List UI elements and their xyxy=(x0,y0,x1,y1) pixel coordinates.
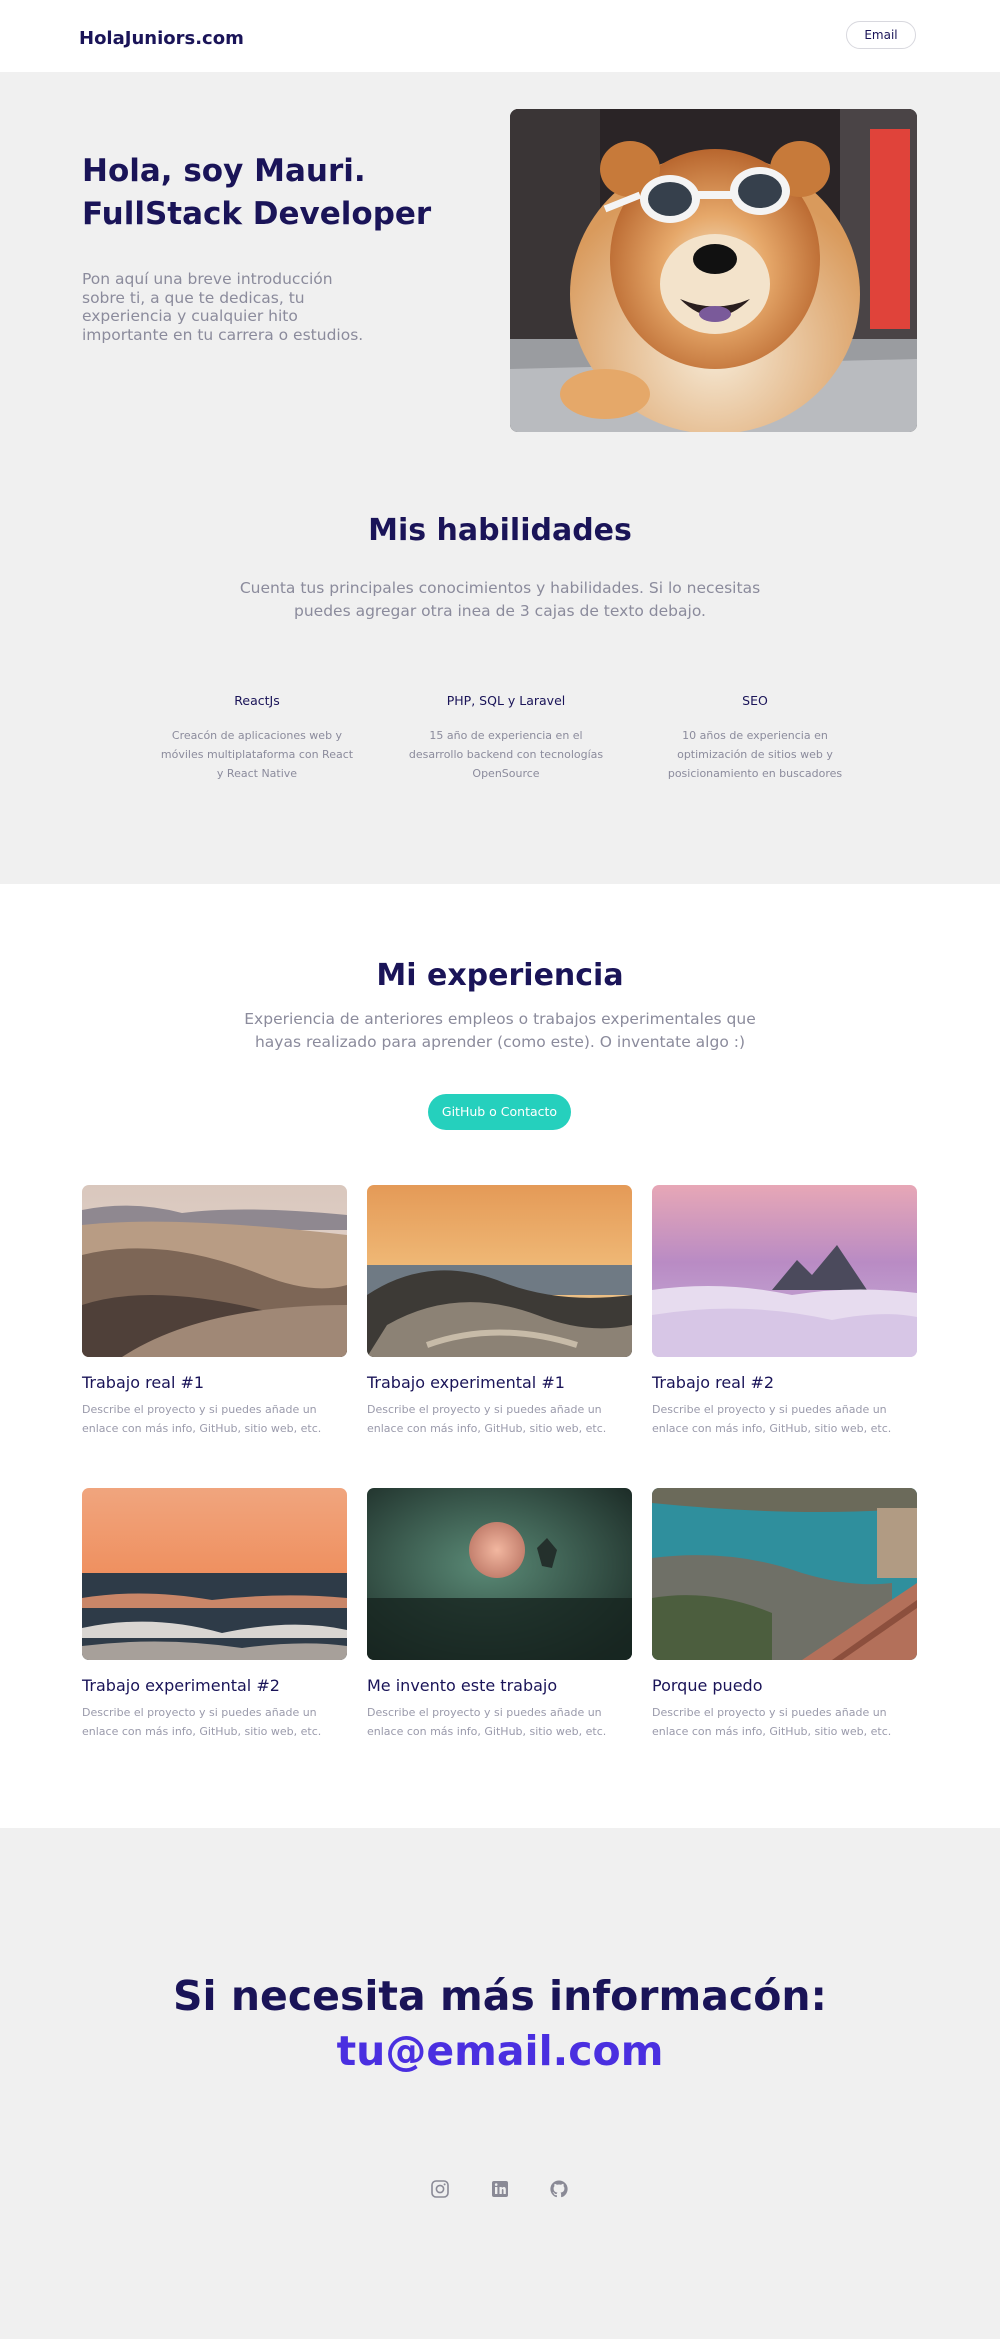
github-icon[interactable] xyxy=(549,2179,569,2199)
experience-section: Mi experiencia Experiencia de anteriores… xyxy=(0,884,1000,1828)
project-title: Trabajo real #1 xyxy=(82,1373,205,1392)
project-image-misty-moon[interactable] xyxy=(367,1488,632,1660)
project-description: Describe el proyecto y si puedes añade u… xyxy=(82,1403,322,1435)
project-description: Describe el proyecto y si puedes añade u… xyxy=(652,1706,892,1738)
instagram-icon[interactable] xyxy=(430,2179,450,2199)
skill-title: SEO xyxy=(742,693,768,708)
hero-title-line2: FullStack Developer xyxy=(82,196,432,232)
project-description: Describe el proyecto y si puedes añade u… xyxy=(82,1706,322,1738)
github-contact-button[interactable]: GitHub o Contacto xyxy=(428,1094,571,1130)
project-title: Trabajo experimental #2 xyxy=(82,1676,280,1695)
skill-seo: SEO 10 años de experiencia en optimizaci… xyxy=(655,692,855,783)
skill-title: PHP, SQL y Laravel xyxy=(446,693,566,708)
email-button[interactable]: Email xyxy=(846,21,916,49)
project-card[interactable]: Trabajo experimental #1 Describe el proy… xyxy=(367,1185,632,1438)
project-image-coast[interactable] xyxy=(367,1185,632,1357)
project-title: Me invento este trabajo xyxy=(367,1676,558,1695)
project-description: Describe el proyecto y si puedes añade u… xyxy=(367,1706,607,1738)
hero-intro: Pon aquí una breve introducción sobre ti… xyxy=(82,270,364,344)
project-title: Trabajo experimental #1 xyxy=(367,1373,565,1392)
project-title: Porque puedo xyxy=(652,1676,763,1695)
project-card[interactable]: Trabajo real #2 Describe el proyecto y s… xyxy=(652,1185,917,1438)
project-card[interactable]: Trabajo experimental #2 Describe el proy… xyxy=(82,1488,347,1741)
project-image-desert[interactable] xyxy=(82,1185,347,1357)
skills-title: Mis habilidades xyxy=(368,513,632,548)
project-card[interactable]: Porque puedo Describe el proyecto y si p… xyxy=(652,1488,917,1741)
project-card[interactable]: Trabajo real #1 Describe el proyecto y s… xyxy=(82,1185,347,1438)
skill-title: ReactJs xyxy=(234,693,280,708)
project-description: Describe el proyecto y si puedes añade u… xyxy=(652,1403,892,1435)
contact-title: Si necesita más informacón: xyxy=(173,1972,827,2020)
skill-description: Creacón de aplicaciones web y móviles mu… xyxy=(160,729,354,780)
skill-reactjs: ReactJs Creacón de aplicaciones web y mó… xyxy=(157,692,357,783)
experience-subtitle: Experiencia de anteriores empleos o trab… xyxy=(244,1010,756,1051)
hero-dog-image xyxy=(510,109,917,432)
skill-description: 10 años de experiencia en optimización d… xyxy=(667,729,843,780)
skills-subtitle: Cuenta tus principales conocimientos y h… xyxy=(239,579,761,620)
experience-title: Mi experiencia xyxy=(376,958,624,993)
project-image-mountains[interactable] xyxy=(652,1185,917,1357)
hero-title-line1: Hola, soy Mauri. xyxy=(82,153,366,189)
contact-email-link[interactable]: tu@email.com xyxy=(0,2027,1000,2075)
hero-title: Hola, soy Mauri. FullStack Developer xyxy=(82,150,462,236)
project-title: Trabajo real #2 xyxy=(652,1373,775,1392)
skill-php-sql-laravel: PHP, SQL y Laravel 15 año de experiencia… xyxy=(406,692,606,783)
linkedin-icon[interactable] xyxy=(490,2179,510,2199)
project-card[interactable]: Me invento este trabajo Describe el proy… xyxy=(367,1488,632,1741)
contact-section: Si necesita más informacón: tu@email.com xyxy=(0,1828,1000,2339)
project-description: Describe el proyecto y si puedes añade u… xyxy=(367,1403,607,1435)
project-image-waves[interactable] xyxy=(82,1488,347,1660)
top-navbar: HolaJuniors.com Email xyxy=(0,0,1000,72)
hero-section: Hola, soy Mauri. FullStack Developer Pon… xyxy=(0,72,1000,884)
skill-description: 15 año de experiencia en el desarrollo b… xyxy=(408,729,604,780)
site-logo[interactable]: HolaJuniors.com xyxy=(79,28,244,49)
project-image-cove[interactable] xyxy=(652,1488,917,1660)
